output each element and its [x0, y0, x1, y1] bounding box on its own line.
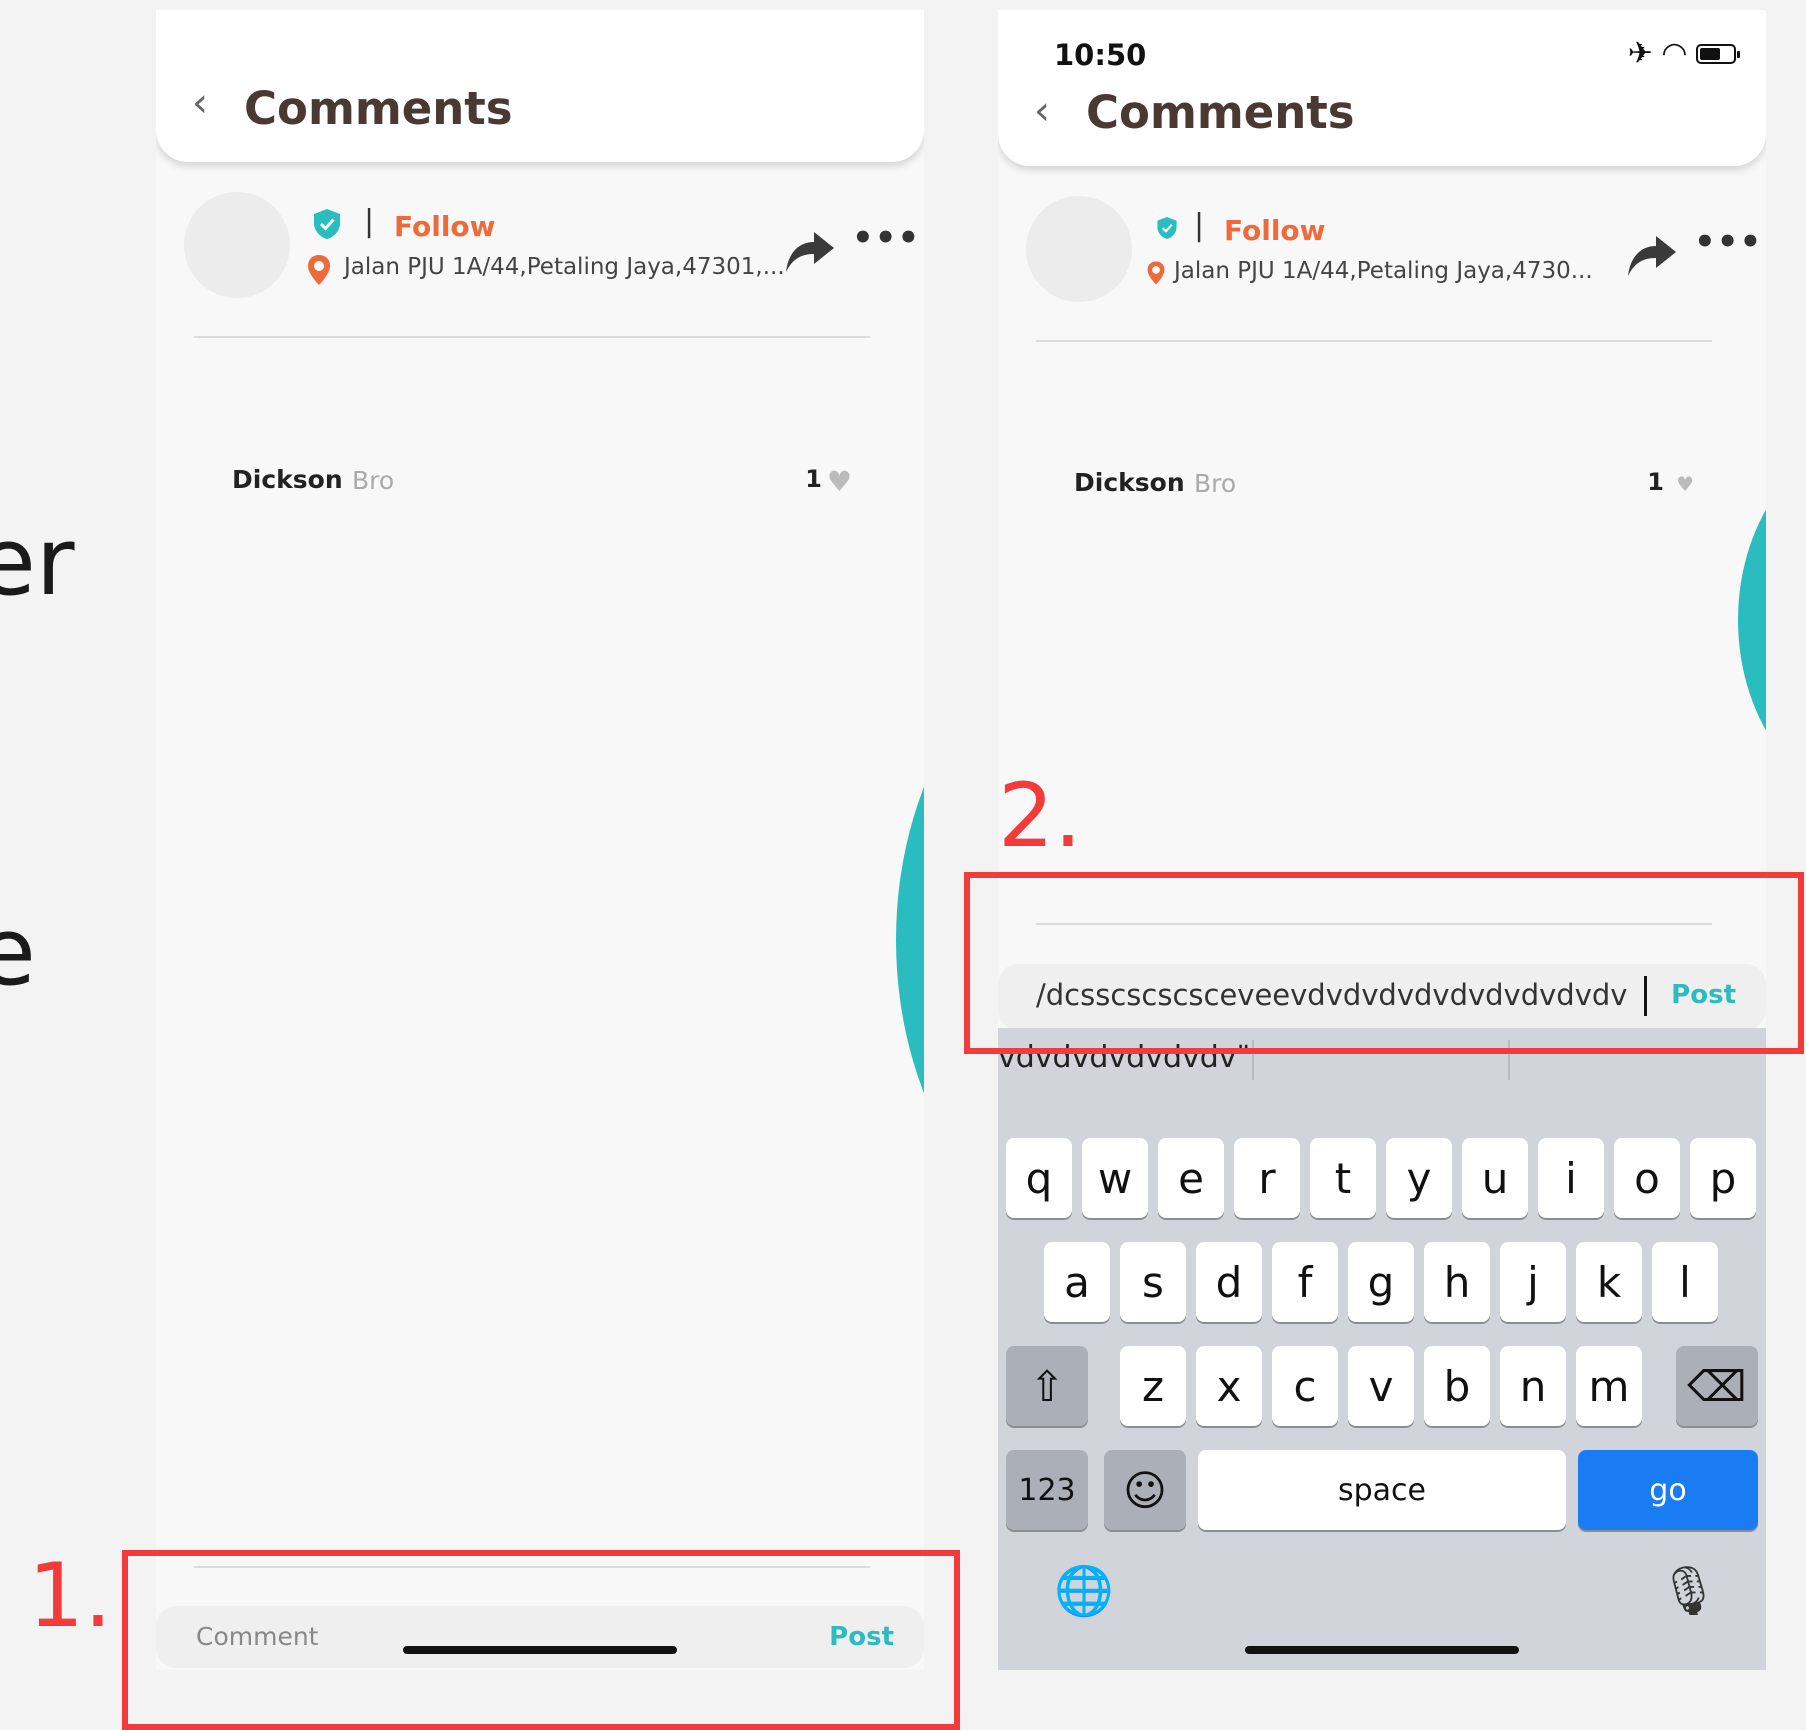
key-o[interactable]: o: [1614, 1138, 1680, 1218]
location-text: Jalan PJU 1A/44,Petaling Jaya,4730...: [1174, 258, 1593, 284]
phone-screen-1: ‹ Comments | Follow Jalan PJU 1A/44,Peta…: [156, 10, 924, 1670]
decorative-teal-shape: [896, 620, 924, 1260]
key-y[interactable]: y: [1386, 1138, 1452, 1218]
verified-shield-icon: [314, 209, 340, 239]
key-g[interactable]: g: [1348, 1242, 1414, 1322]
space-key[interactable]: space: [1198, 1450, 1566, 1530]
back-icon[interactable]: ‹: [1034, 88, 1050, 134]
follow-button[interactable]: Follow: [1224, 214, 1326, 247]
avatar[interactable]: [1026, 196, 1132, 302]
key-k[interactable]: k: [1576, 1242, 1642, 1322]
key-q[interactable]: q: [1006, 1138, 1072, 1218]
divider: [194, 336, 870, 338]
like-count: 1: [1647, 468, 1664, 496]
more-options-icon[interactable]: •••: [1694, 222, 1762, 262]
go-key[interactable]: go: [1578, 1450, 1758, 1530]
key-p[interactable]: p: [1690, 1138, 1756, 1218]
key-s[interactable]: s: [1120, 1242, 1186, 1322]
microphone-icon[interactable]: 🎙: [1658, 1562, 1719, 1619]
key-h[interactable]: h: [1424, 1242, 1490, 1322]
key-d[interactable]: d: [1196, 1242, 1262, 1322]
share-icon[interactable]: [1626, 234, 1678, 278]
key-r[interactable]: r: [1234, 1138, 1300, 1218]
heart-icon[interactable]: ♥: [1676, 472, 1694, 496]
key-c[interactable]: c: [1272, 1346, 1338, 1426]
key-e[interactable]: e: [1158, 1138, 1224, 1218]
key-l[interactable]: l: [1652, 1242, 1718, 1322]
key-j[interactable]: j: [1500, 1242, 1566, 1322]
location-text: Jalan PJU 1A/44,Petaling Jaya,47301,...: [344, 254, 785, 280]
home-indicator: [1245, 1646, 1519, 1654]
annotation-label-1: 1.: [28, 1544, 112, 1647]
status-icons: ✈ ◠: [1627, 36, 1740, 71]
separator: |: [364, 204, 375, 239]
comment-text: Bro: [1194, 469, 1237, 498]
globe-icon[interactable]: 🌐: [1054, 1562, 1114, 1619]
comment-item: Dickson Bro 1 ♥: [1074, 468, 1694, 508]
post-author-row: | Follow Jalan PJU 1A/44,Petaling Jaya,4…: [998, 196, 1766, 306]
side-text-line1: er: [0, 508, 75, 617]
key-a[interactable]: a: [1044, 1242, 1110, 1322]
page-title: Comments: [244, 82, 513, 135]
shift-key[interactable]: ⇧: [1006, 1346, 1088, 1426]
key-n[interactable]: n: [1500, 1346, 1566, 1426]
heart-icon[interactable]: ♥: [827, 465, 852, 498]
key-t[interactable]: t: [1310, 1138, 1376, 1218]
location-pin-icon: [1147, 261, 1165, 285]
like-count: 1: [805, 465, 822, 493]
location-pin-icon: [308, 255, 330, 285]
delete-key[interactable]: ⌫: [1676, 1346, 1758, 1426]
follow-button[interactable]: Follow: [394, 210, 496, 243]
share-icon[interactable]: [784, 230, 836, 274]
airplane-icon: ✈: [1627, 36, 1653, 71]
decorative-teal-shape: [1738, 430, 1766, 810]
verified-shield-icon: [1157, 217, 1177, 239]
side-text-line2: e: [0, 898, 36, 1007]
divider: [1036, 340, 1712, 342]
key-v[interactable]: v: [1348, 1346, 1414, 1426]
key-u[interactable]: u: [1462, 1138, 1528, 1218]
comment-text: Bro: [352, 466, 395, 495]
on-screen-keyboard: vdvdvdvdvdvdv" q w e r t y u i o p a s d…: [998, 1028, 1766, 1670]
comment-username[interactable]: Dickson: [232, 465, 343, 494]
numbers-key[interactable]: 123: [1006, 1450, 1088, 1530]
page-title: Comments: [1086, 86, 1355, 139]
comment-item: Dickson Bro 1 ♥: [232, 465, 852, 505]
header: 10:50 ✈ ◠ ‹ Comments: [998, 10, 1766, 166]
key-i[interactable]: i: [1538, 1138, 1604, 1218]
phone-screen-2: 10:50 ✈ ◠ ‹ Comments | Follow Jalan PJU …: [998, 10, 1766, 1670]
key-w[interactable]: w: [1082, 1138, 1148, 1218]
annotation-label-2: 2.: [998, 764, 1082, 867]
key-z[interactable]: z: [1120, 1346, 1186, 1426]
comment-username[interactable]: Dickson: [1074, 468, 1185, 497]
highlight-box-2: [964, 872, 1804, 1054]
key-f[interactable]: f: [1272, 1242, 1338, 1322]
key-m[interactable]: m: [1576, 1346, 1642, 1426]
emoji-key[interactable]: ☺: [1104, 1450, 1186, 1530]
status-time: 10:50: [1054, 38, 1147, 72]
wifi-icon: ◠: [1662, 36, 1686, 71]
highlight-box-1: [122, 1550, 960, 1730]
battery-icon: [1696, 43, 1740, 64]
avatar[interactable]: [184, 192, 290, 298]
separator: |: [1194, 208, 1205, 243]
post-author-row: | Follow Jalan PJU 1A/44,Petaling Jaya,4…: [156, 192, 924, 302]
back-icon[interactable]: ‹: [192, 80, 208, 126]
more-options-icon[interactable]: •••: [852, 218, 920, 258]
key-b[interactable]: b: [1424, 1346, 1490, 1426]
header: ‹ Comments: [156, 10, 924, 162]
key-x[interactable]: x: [1196, 1346, 1262, 1426]
